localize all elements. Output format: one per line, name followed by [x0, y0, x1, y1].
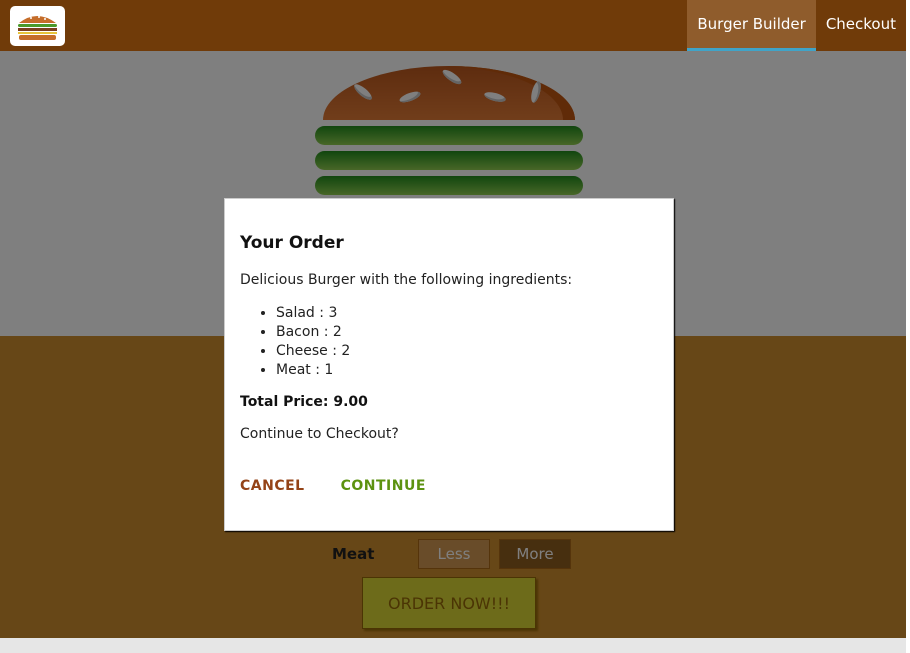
- order-summary-modal: Your Order Delicious Burger with the fol…: [224, 198, 674, 531]
- window-edge: [906, 0, 910, 653]
- modal-title: Your Order: [240, 233, 344, 253]
- continue-button[interactable]: CONTINUE: [341, 478, 426, 494]
- burger-logo[interactable]: [10, 6, 65, 46]
- modal-actions: CANCEL CONTINUE: [240, 478, 658, 494]
- main-nav: Burger Builder Checkout: [687, 0, 906, 51]
- list-item: Meat : 1: [276, 361, 658, 380]
- ingredient-list: Salad : 3 Bacon : 2 Cheese : 2 Meat : 1: [276, 304, 658, 380]
- bottom-strip: [0, 638, 906, 653]
- list-item: Salad : 3: [276, 304, 658, 323]
- nav-burger-builder[interactable]: Burger Builder: [687, 0, 816, 51]
- checkout-question: Continue to Checkout?: [240, 426, 399, 442]
- total-price: Total Price: 9.00: [240, 394, 368, 410]
- toolbar: Burger Builder Checkout: [0, 0, 906, 51]
- modal-intro: Delicious Burger with the following ingr…: [240, 272, 573, 288]
- nav-checkout[interactable]: Checkout: [816, 0, 906, 51]
- list-item: Bacon : 2: [276, 323, 658, 342]
- list-item: Cheese : 2: [276, 342, 658, 361]
- cancel-button[interactable]: CANCEL: [240, 478, 305, 494]
